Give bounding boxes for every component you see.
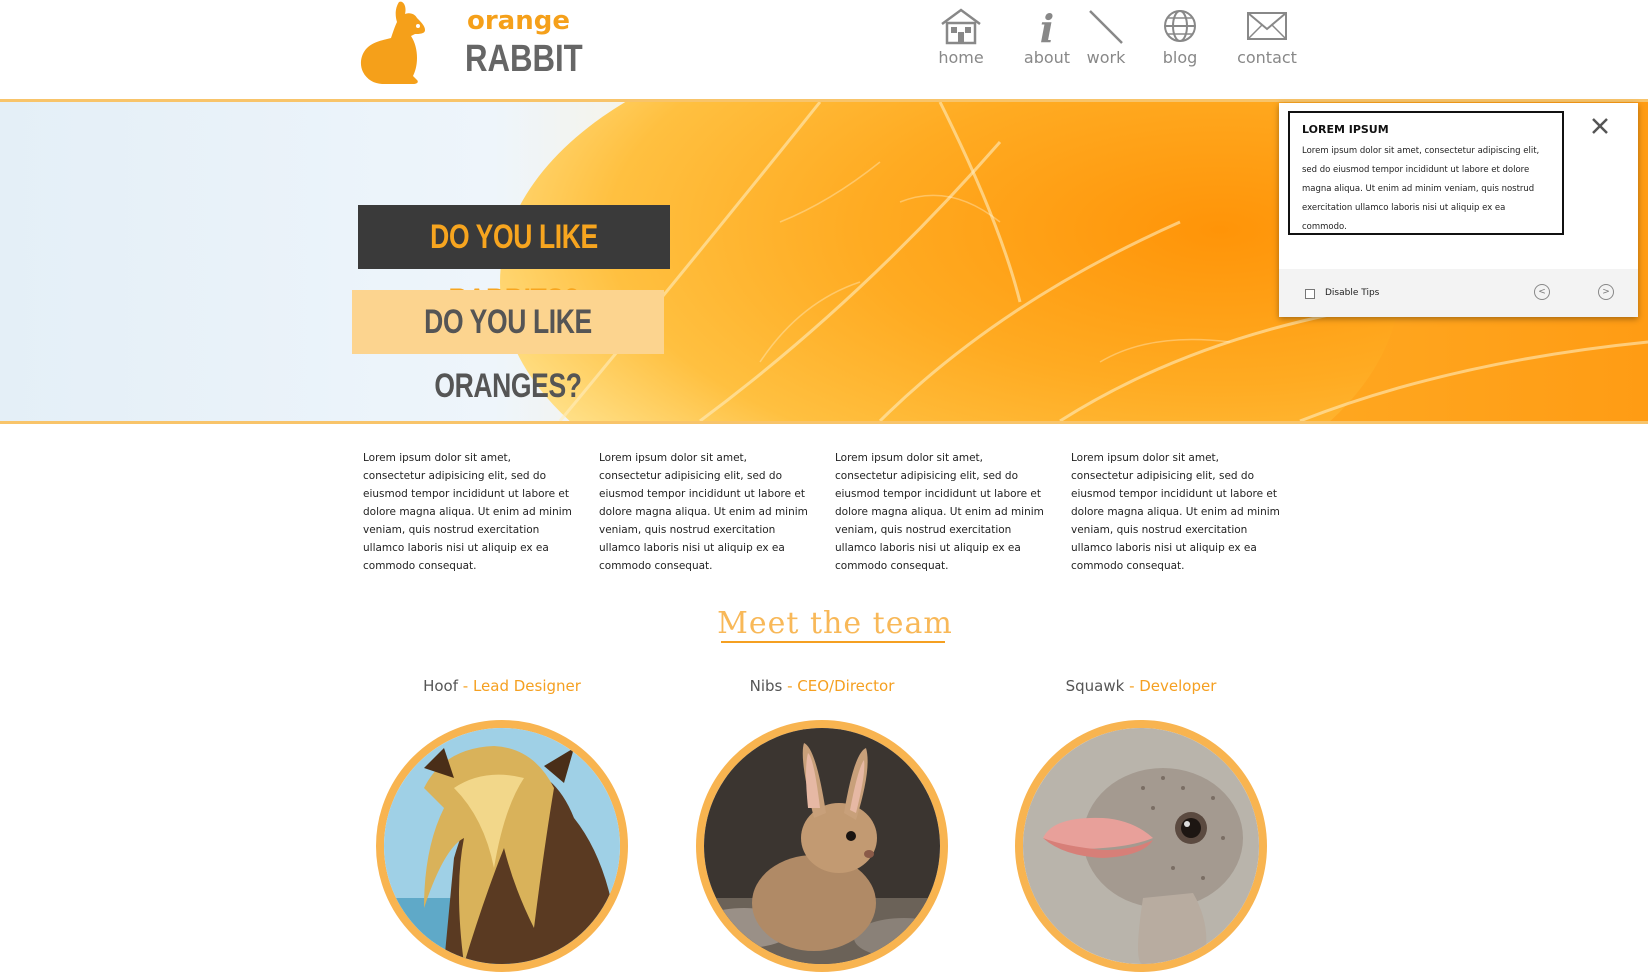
site-logo[interactable]: orange RABBIT (355, 0, 583, 90)
member-role: CEO/Director (797, 677, 895, 695)
horse-photo (384, 728, 620, 964)
team-member-squawk: Squawk - Developer (1011, 677, 1271, 695)
close-icon[interactable] (1589, 115, 1611, 137)
brand-name-bottom: RABBIT (465, 38, 583, 80)
avatar-hoof-horse (376, 720, 628, 972)
intro-column-2: Lorem ipsum dolor sit amet, consectetur … (599, 452, 808, 572)
team-member-nibs: Nibs - CEO/Director (692, 677, 952, 695)
brand-name-top: orange (467, 6, 570, 36)
member-role: Developer (1139, 677, 1217, 695)
avatar-squawk-ostrich (1015, 720, 1267, 972)
tip-content: LOREM IPSUM Lorem ipsum dolor sit amet, … (1288, 111, 1564, 235)
member-separator: - (457, 677, 473, 695)
tip-next-button[interactable]: > (1598, 284, 1614, 300)
intro-column-3: Lorem ipsum dolor sit amet, consectetur … (835, 452, 1044, 572)
tip-title: LOREM IPSUM (1302, 123, 1389, 136)
tip-footer: Disable Tips < > (1279, 269, 1638, 317)
rabbit-logo-icon (360, 1, 425, 84)
site-header: orange RABBIT home i about work blog con… (0, 0, 1648, 99)
envelope-icon (1247, 12, 1287, 40)
disable-tips-label[interactable]: Disable Tips (1325, 288, 1379, 298)
disable-tips-checkbox[interactable] (1305, 289, 1315, 299)
nav-blog[interactable]: blog (1155, 6, 1205, 72)
nav-contact-label: contact (1237, 48, 1297, 67)
avatar-nibs-rabbit (696, 720, 948, 972)
member-separator: - (782, 677, 798, 695)
intro-column-1: Lorem ipsum dolor sit amet, consectetur … (363, 452, 572, 572)
member-role: Lead Designer (472, 677, 581, 695)
team-heading: Meet the team (717, 606, 953, 641)
nav-work[interactable]: work (1081, 6, 1131, 72)
ostrich-photo (1023, 728, 1259, 964)
nav-home-label: home (938, 48, 984, 67)
info-icon: i (1040, 6, 1054, 46)
member-separator: - (1124, 677, 1140, 695)
member-name: Nibs (749, 677, 783, 695)
tip-body: Lorem ipsum dolor sit amet, consectetur … (1302, 146, 1540, 232)
hero-question-rabbits: DO YOU LIKE RABBITS? (358, 205, 670, 320)
nav-work-label: work (1086, 48, 1126, 67)
svg-text:i: i (1040, 6, 1054, 46)
home-icon (941, 8, 981, 45)
hero-question-oranges: DO YOU LIKE ORANGES? (352, 290, 664, 405)
nav-contact[interactable]: contact (1236, 6, 1298, 72)
tip-prev-button[interactable]: < (1534, 284, 1550, 300)
hero-divider (0, 421, 1648, 424)
member-name: Squawk (1065, 677, 1125, 695)
team-member-hoof: Hoof - Lead Designer (372, 677, 632, 695)
globe-icon (1164, 10, 1196, 42)
tip-popup: LOREM IPSUM Lorem ipsum dolor sit amet, … (1279, 103, 1638, 317)
intro-column-4: Lorem ipsum dolor sit amet, consectetur … (1071, 452, 1280, 572)
pencil-icon (1089, 10, 1123, 44)
nav-about[interactable]: i about (1022, 6, 1072, 72)
rabbit-photo (704, 728, 940, 964)
nav-blog-label: blog (1162, 48, 1198, 67)
member-name: Hoof (423, 677, 458, 695)
nav-home[interactable]: home (935, 6, 987, 72)
nav-about-label: about (1023, 48, 1071, 67)
team-heading-underline (721, 641, 945, 643)
